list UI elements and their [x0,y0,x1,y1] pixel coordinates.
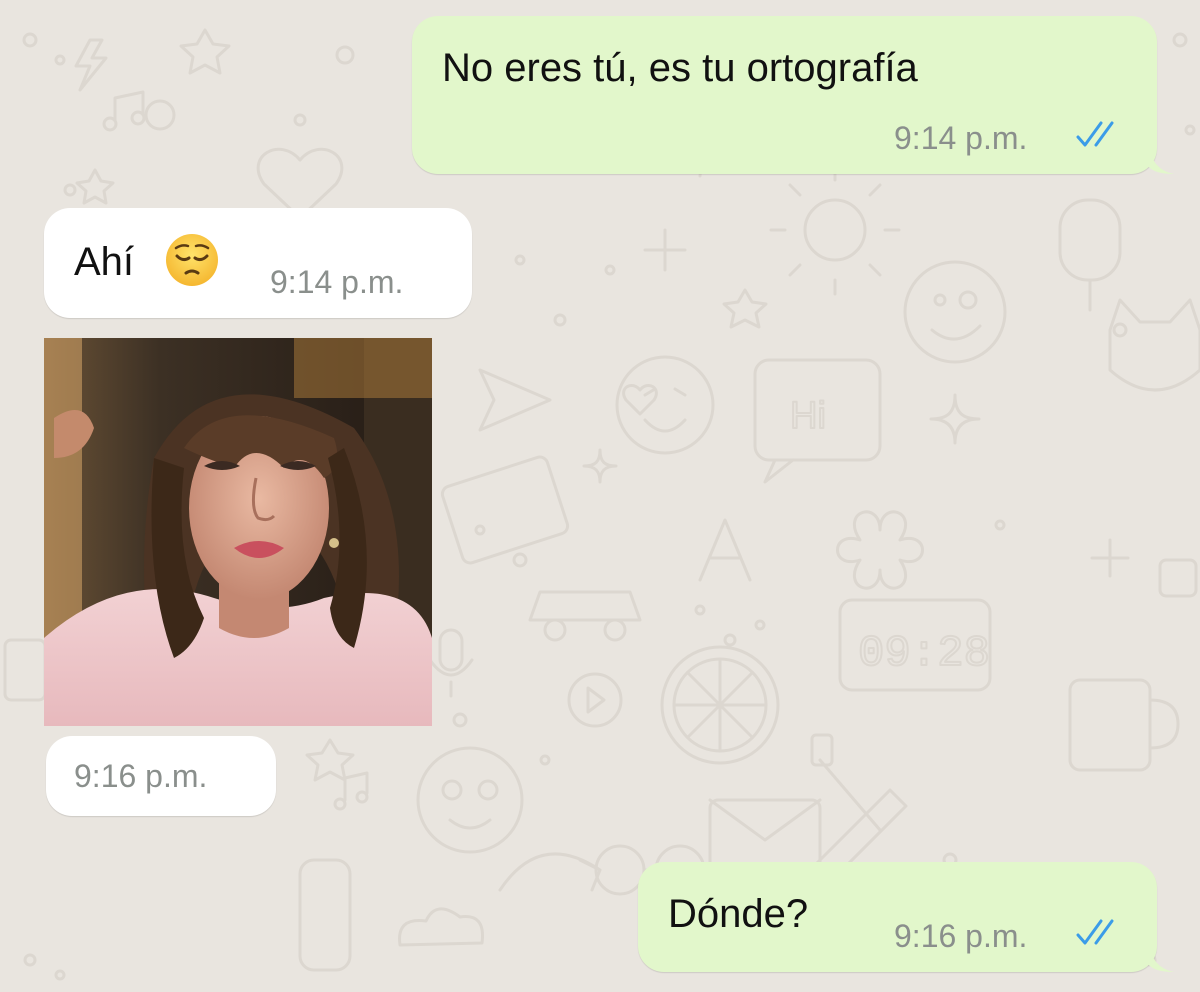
svg-text:09:28: 09:28 [858,629,990,679]
message-timestamp: 9:16 p.m. [894,918,1028,954]
message-text: Ahí [74,240,135,284]
bubble-tail [1148,942,1174,972]
svg-text:Hi: Hi [790,395,826,437]
message-timestamp: 9:16 p.m. [74,758,208,794]
bubble-tail [1148,144,1174,174]
double-check-read-icon [1076,919,1114,945]
message-bubble-incoming[interactable]: Ahí 9:14 p.m. [44,208,472,318]
gif-timestamp-pill: 9:16 p.m. [46,736,276,816]
message-text: Dónde? [668,892,809,936]
message-bubble-outgoing[interactable]: No eres tú, es tu ortografía 9:14 p.m. [412,16,1157,174]
message-bubble-outgoing[interactable]: Dónde? 9:16 p.m. [638,862,1157,972]
gif-message[interactable] [44,338,432,726]
pensive-face-emoji-icon [166,234,218,286]
message-timestamp: 9:14 p.m. [270,264,404,300]
message-timestamp: 9:14 p.m. [894,120,1028,156]
woman-crying-gif-image [44,338,432,726]
message-text: No eres tú, es tu ortografía [442,46,918,90]
double-check-read-icon [1076,121,1114,147]
